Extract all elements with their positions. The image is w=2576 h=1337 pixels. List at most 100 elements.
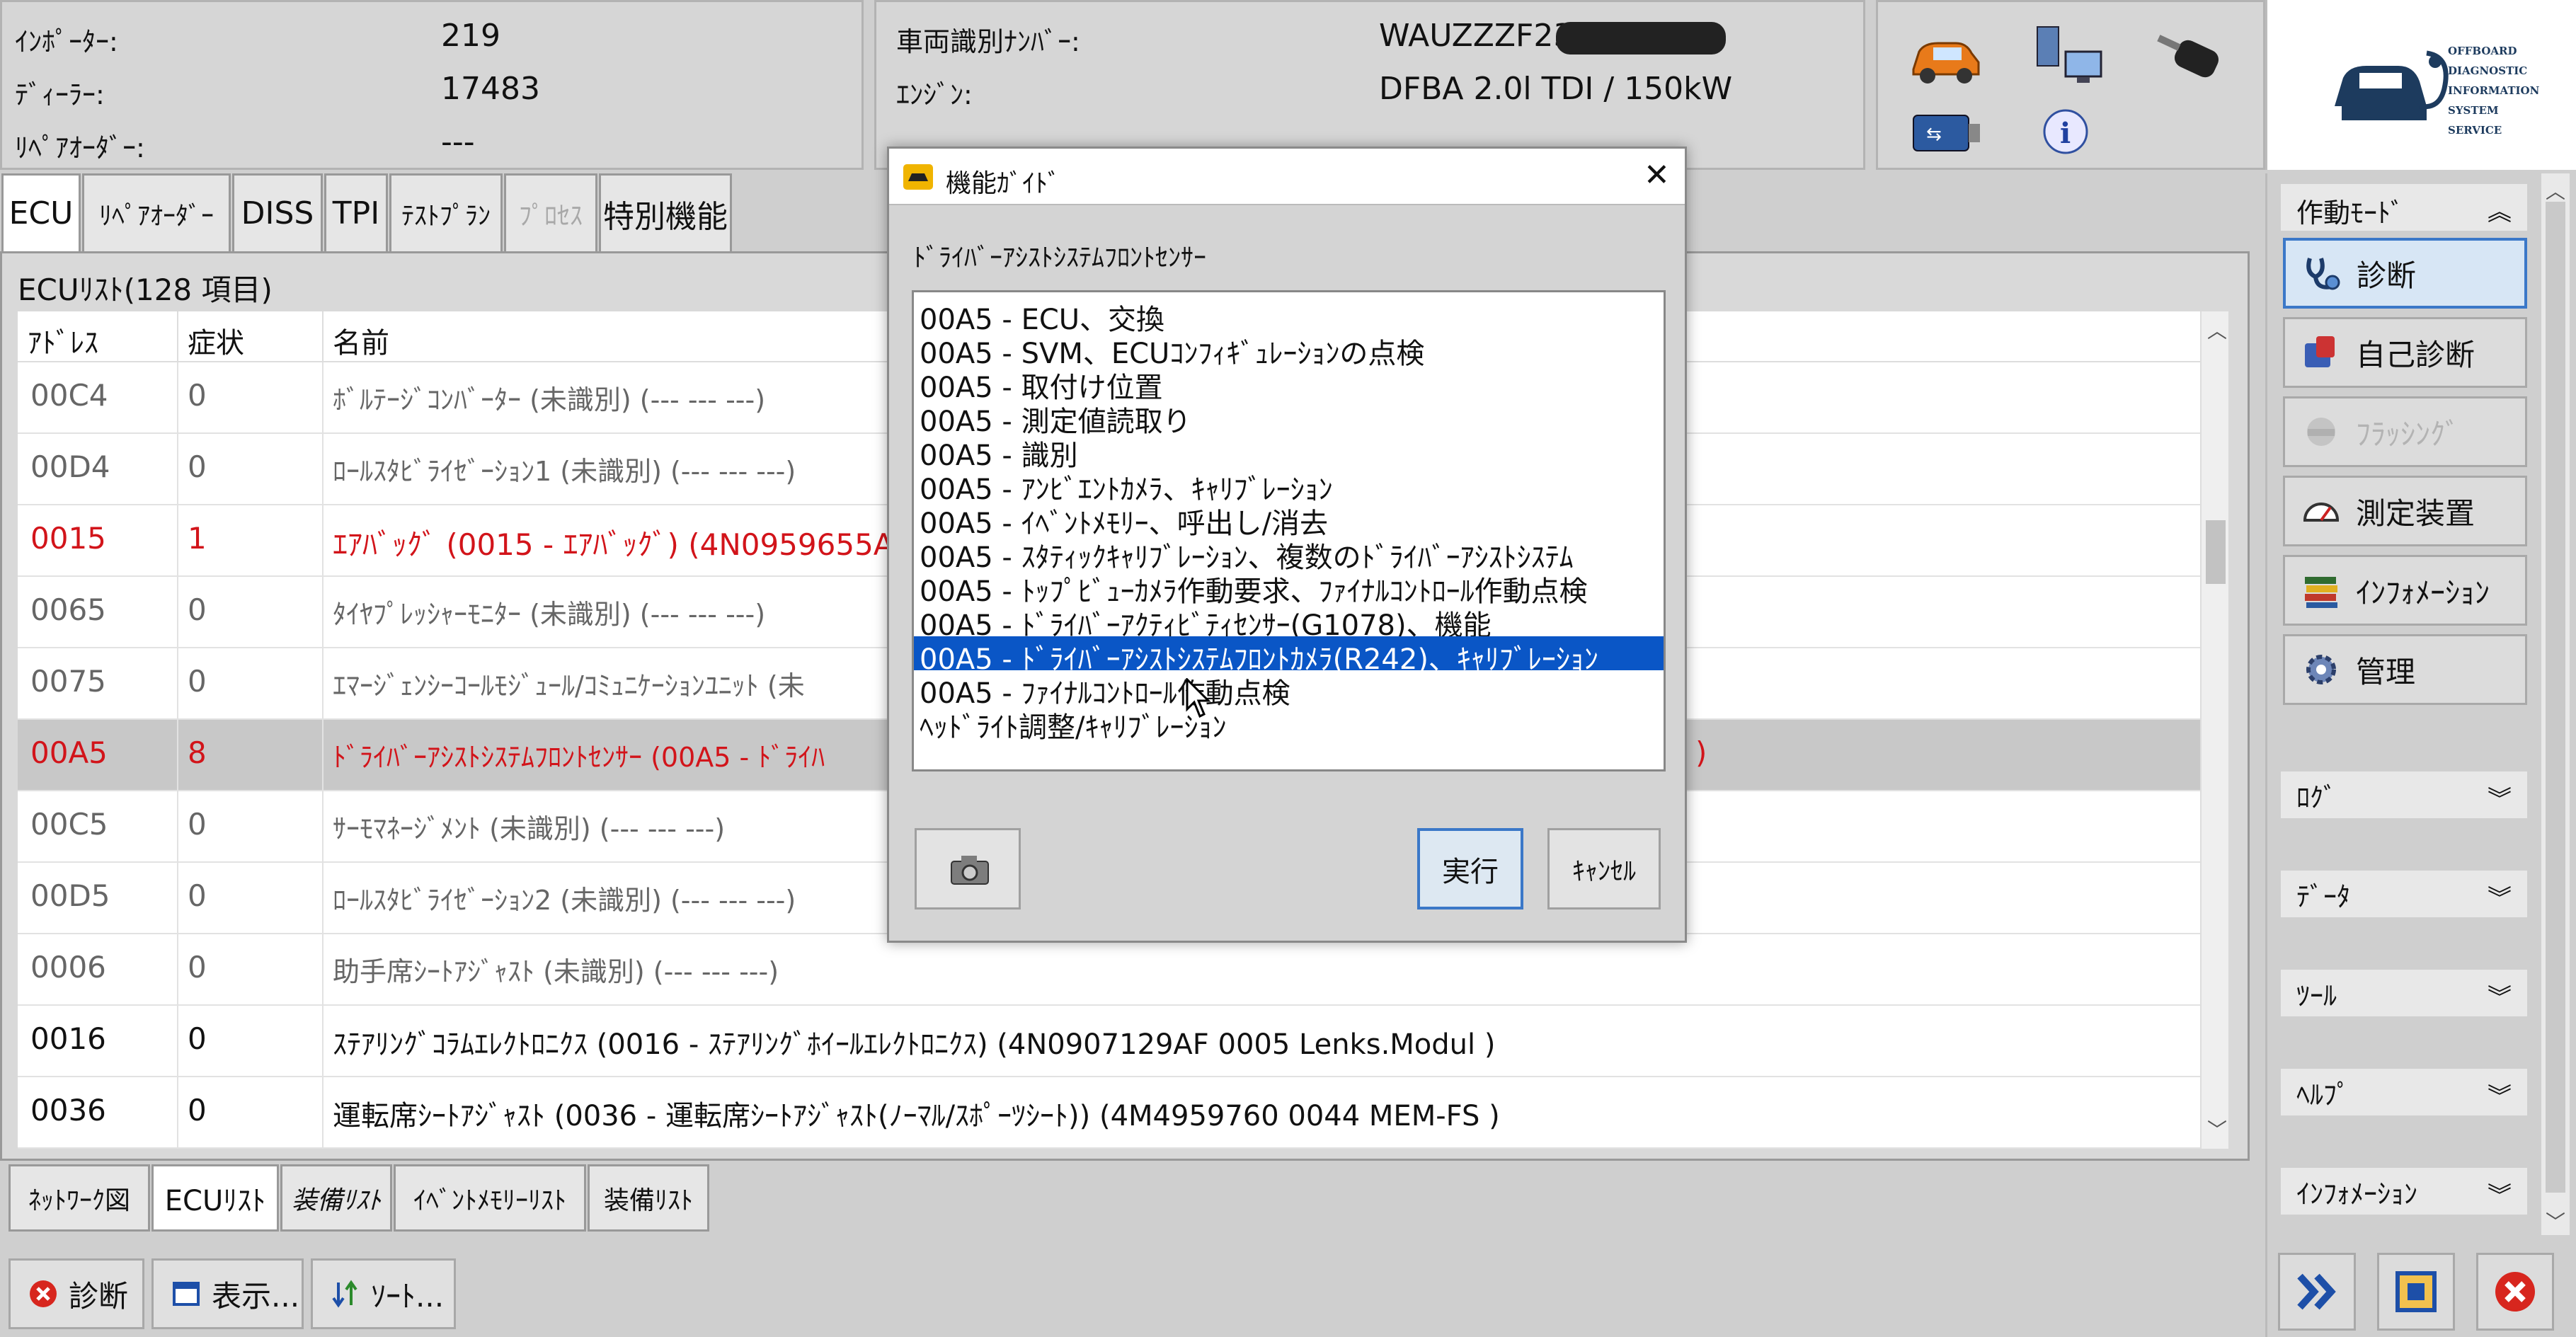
network-computer-icon[interactable] (2030, 23, 2108, 87)
importer-label: ｲﾝﾎﾟｰﾀｰ: (15, 26, 118, 57)
operation-mode-header[interactable]: 作動ﾓｰﾄﾞ ︽ (2281, 184, 2527, 231)
ecu-symptom: 0 (188, 592, 207, 627)
function-list-item[interactable]: 00A5 - ﾌｧｲﾅﾙｺﾝﾄﾛｰﾙ作動点検 (914, 670, 1664, 710)
scroll-up-arrow-icon[interactable]: ︿ (2207, 316, 2227, 344)
bottom-tab-equipment-list-italic[interactable]: 装備ﾘｽﾄ (280, 1164, 392, 1232)
ecu-row[interactable]: 0036 0 運転席ｼｰﾄｱｼﾞｬｽﾄ (0036 - 運転席ｼｰﾄｱｼﾞｬｽﾄ… (18, 1077, 2209, 1149)
bottom-tab-equipment-list[interactable]: 装備ﾘｽﾄ (588, 1164, 709, 1232)
key-icon[interactable] (2154, 30, 2232, 87)
scrollbar-thumb[interactable] (2546, 202, 2565, 1193)
function-list-item[interactable]: 00A5 - ｲﾍﾞﾝﾄﾒﾓﾘｰ、呼出し/消去 (914, 500, 1664, 540)
display-button-label: 表示... (212, 1278, 300, 1314)
mode-flashing-button[interactable]: ﾌﾗｯｼﾝｸﾞ (2283, 396, 2527, 467)
column-header-symptom[interactable]: 症状 (188, 320, 244, 361)
engine-label: ｴﾝｼﾞﾝ: (896, 79, 973, 110)
bottom-tab-ecu-list[interactable]: ECUﾘｽﾄ (151, 1164, 279, 1232)
ecu-name: ｽﾃｱﾘﾝｸﾞｺﾗﾑｴﾚｸﾄﾛﾆｸｽ (0016 - ｽﾃｱﾘﾝｸﾞﾎｲｰﾙｴﾚ… (333, 1028, 1496, 1061)
side-panel-scrollbar[interactable]: ︿ ﹀ (2541, 173, 2570, 1235)
function-list-item[interactable]: 00A5 - ﾄｯﾌﾟﾋﾞｭｰｶﾒﾗ作動要求、ﾌｧｲﾅﾙｺﾝﾄﾛｰﾙ作動点検 (914, 568, 1664, 608)
importer-value: 219 (441, 18, 500, 54)
diagnose-button[interactable]: 診断 (8, 1258, 144, 1329)
fit-screen-icon (2395, 1271, 2437, 1312)
chevron-up-icon: ︽ (2488, 198, 2512, 226)
column-divider[interactable] (322, 311, 324, 362)
ecu-row[interactable]: 0006 0 助手席ｼｰﾄｱｼﾞｬｽﾄ (未識別) (--- --- ---) (18, 934, 2209, 1006)
section-tools[interactable]: ﾂｰﾙ ︾ (2281, 970, 2527, 1016)
next-button[interactable] (2278, 1253, 2356, 1331)
dialog-title-bar[interactable]: 機能ｶﾞｲﾄﾞ ✕ (889, 149, 1685, 205)
mode-diagnosis-button[interactable]: 診断 (2283, 238, 2527, 309)
function-list-item[interactable]: ﾍｯﾄﾞﾗｲﾄ調整/ｷｬﾘﾌﾞﾚｰｼｮﾝ (914, 704, 1664, 744)
tab-process[interactable]: ﾌﾟﾛｾｽ (504, 173, 597, 251)
bottom-tab-event-memory-list[interactable]: ｲﾍﾞﾝﾄﾒﾓﾘｰﾘｽﾄ (394, 1164, 586, 1232)
ecu-symptom: 0 (188, 1093, 207, 1127)
vin-redaction (1556, 22, 1726, 54)
mode-self-diagnosis-label: 自己診断 (2356, 337, 2475, 372)
column-header-name[interactable]: 名前 (333, 320, 389, 361)
ecu-address: 00D5 (30, 878, 110, 913)
scroll-down-arrow-icon[interactable]: ﹀ (2546, 1207, 2565, 1235)
function-list-item[interactable]: 00A5 - 識別 (914, 432, 1664, 472)
sort-button[interactable]: ｿｰﾄ... (311, 1258, 456, 1329)
function-list-box[interactable]: 00A5 - ECU、交換 00A5 - SVM、ECUｺﾝﾌｨｷﾞｭﾚｰｼｮﾝ… (912, 290, 1666, 771)
function-list-item-selected[interactable]: 00A5 - ﾄﾞﾗｲﾊﾞｰｱｼｽﾄｼｽﾃﾑﾌﾛﾝﾄｶﾒﾗ(R242)、ｷｬﾘﾌ… (914, 636, 1664, 676)
dialog-close-button[interactable]: ✕ (1644, 157, 1670, 193)
execute-button[interactable]: 実行 (1417, 828, 1523, 909)
cancel-button-label: ｷｬﾝｾﾙ (1572, 856, 1636, 886)
function-list-item[interactable]: 00A5 - 測定値読取り (914, 398, 1664, 438)
ecu-address: 0016 (30, 1021, 106, 1056)
info-icon[interactable]: i (2037, 105, 2094, 161)
chevron-down-icon: ︾ (2488, 1083, 2512, 1111)
usb-icon[interactable]: ⇆ (1906, 108, 1984, 158)
screenshot-camera-button[interactable] (915, 828, 1021, 909)
vehicle-info-panel-right: 車両識別ﾅﾝﾊﾞｰ: WAUZZZF23L ｴﾝｼﾞﾝ: DFBA 2.0l T… (874, 0, 1865, 170)
mode-admin-button[interactable]: 管理 (2283, 634, 2527, 705)
function-list-item[interactable]: 00A5 - SVM、ECUｺﾝﾌｨｷﾞｭﾚｰｼｮﾝの点検 (914, 331, 1664, 370)
car-icon[interactable] (1906, 30, 1984, 87)
section-help-label: ﾍﾙﾌﾟ (2296, 1079, 2351, 1111)
ecu-name: 運転席ｼｰﾄｱｼﾞｬｽﾄ (0036 - 運転席ｼｰﾄｱｼﾞｬｽﾄ(ﾉｰﾏﾙ/ｽ… (333, 1100, 1500, 1132)
ecu-row[interactable]: 0016 0 ｽﾃｱﾘﾝｸﾞｺﾗﾑｴﾚｸﾄﾛﾆｸｽ (0016 - ｽﾃｱﾘﾝｸ… (18, 1006, 2209, 1077)
ecu-symptom: 0 (188, 664, 207, 699)
flashing-icon (2307, 418, 2335, 446)
logo-text: OFFBOARD DIAGNOSTIC INFORMATION SYSTEM S… (2448, 41, 2539, 140)
mode-measuring-device-button[interactable]: 測定装置 (2283, 476, 2527, 546)
function-list-item[interactable]: 00A5 - 取付け位置 (914, 365, 1664, 404)
tab-special-functions[interactable]: 特別機能 (599, 173, 732, 251)
ecu-address: 00A5 (30, 735, 108, 770)
section-data[interactable]: ﾃﾞｰﾀ ︾ (2281, 871, 2527, 917)
section-log[interactable]: ﾛｸﾞ ︾ (2281, 771, 2527, 818)
tab-tpi[interactable]: TPI (324, 173, 388, 251)
display-button[interactable]: 表示... (151, 1258, 304, 1329)
scrollbar-thumb[interactable] (2206, 520, 2226, 584)
mode-information-button[interactable]: ｲﾝﾌｫﾒｰｼｮﾝ (2283, 555, 2527, 626)
tab-test-plan[interactable]: ﾃｽﾄﾌﾟﾗﾝ (389, 173, 503, 251)
function-list-item[interactable]: 00A5 - ｱﾝﾋﾞｴﾝﾄｶﾒﾗ、ｷｬﾘﾌﾞﾚｰｼｮﾝ (914, 466, 1664, 506)
column-divider[interactable] (177, 311, 178, 362)
camera-icon (951, 856, 989, 885)
exit-button[interactable] (2476, 1253, 2554, 1331)
tab-diss[interactable]: DISS (232, 173, 323, 251)
ecu-name: ﾀｲﾔﾌﾟﾚｯｼｬｰﾓﾆﾀｰ (未識別) (--- --- ---) (333, 599, 766, 630)
bottom-tab-network-diagram[interactable]: ﾈｯﾄﾜｰｸ図 (8, 1164, 150, 1232)
function-list-item[interactable]: 00A5 - ﾄﾞﾗｲﾊﾞｰｱｸﾃｨﾋﾞﾃｨｾﾝｻｰ(G1078)、機能 (914, 602, 1664, 642)
tab-repair-order[interactable]: ﾘﾍﾟｱｵｰﾀﾞｰ (82, 173, 231, 251)
function-list-item[interactable]: 00A5 - ｽﾀﾃｨｯｸｷｬﾘﾌﾞﾚｰｼｮﾝ、複数のﾄﾞﾗｲﾊﾞｰｱｼｽﾄｼｽ… (914, 534, 1664, 574)
scroll-up-arrow-icon[interactable]: ︿ (2546, 176, 2565, 205)
column-header-address[interactable]: ｱﾄﾞﾚｽ (28, 320, 98, 361)
fit-view-button[interactable] (2377, 1253, 2455, 1331)
ecu-list-scrollbar[interactable]: ︿ ﹀ (2200, 311, 2228, 1149)
vehicle-info-panel-left: ｲﾝﾎﾟｰﾀｰ: 219 ﾃﾞｨｰﾗｰ: 17483 ﾘﾍﾟｱｵｰﾀﾞｰ: --… (0, 0, 864, 170)
cancel-button[interactable]: ｷｬﾝｾﾙ (1547, 828, 1661, 909)
scroll-down-arrow-icon[interactable]: ﹀ (2207, 1115, 2227, 1143)
tab-ecu[interactable]: ECU (1, 173, 81, 251)
section-help[interactable]: ﾍﾙﾌﾟ ︾ (2281, 1069, 2527, 1115)
repair-order-value: --- (441, 124, 475, 160)
section-information[interactable]: ｲﾝﾌｫﾒｰｼｮﾝ ︾ (2281, 1168, 2527, 1215)
function-list-item[interactable]: 00A5 - ECU、交換 (914, 297, 1664, 336)
ecu-name-tail: ) (1695, 735, 1707, 770)
section-data-label: ﾃﾞｰﾀ (2296, 880, 2351, 912)
double-chevron-right-icon (2297, 1273, 2336, 1310)
ecu-address: 0006 (30, 950, 106, 985)
mode-self-diagnosis-button[interactable]: 自己診断 (2283, 317, 2527, 388)
